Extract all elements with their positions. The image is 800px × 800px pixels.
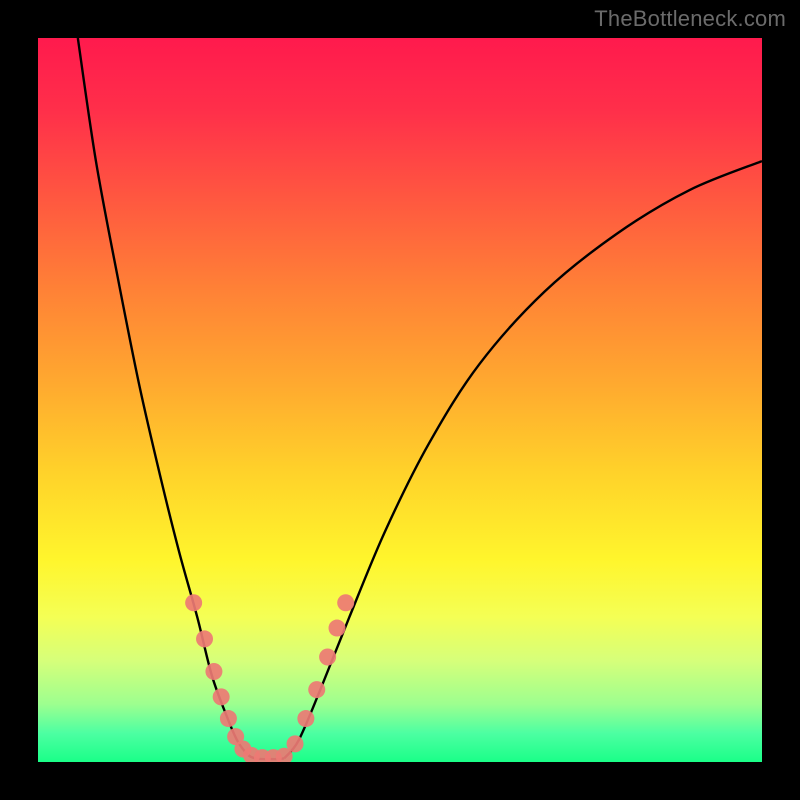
right-curve [284, 161, 762, 758]
data-point [287, 735, 304, 752]
data-point [337, 594, 354, 611]
left-curve [78, 38, 255, 758]
data-point [329, 620, 346, 637]
data-point [308, 681, 325, 698]
data-point [196, 630, 213, 647]
chart-frame: TheBottleneck.com [0, 0, 800, 800]
data-point [185, 594, 202, 611]
scatter-markers [185, 594, 354, 762]
chart-svg [38, 38, 762, 762]
data-point [297, 710, 314, 727]
plot-area [38, 38, 762, 762]
data-point [220, 710, 237, 727]
data-point [205, 663, 222, 680]
data-point [213, 688, 230, 705]
data-point [319, 649, 336, 666]
watermark-text: TheBottleneck.com [594, 6, 786, 32]
